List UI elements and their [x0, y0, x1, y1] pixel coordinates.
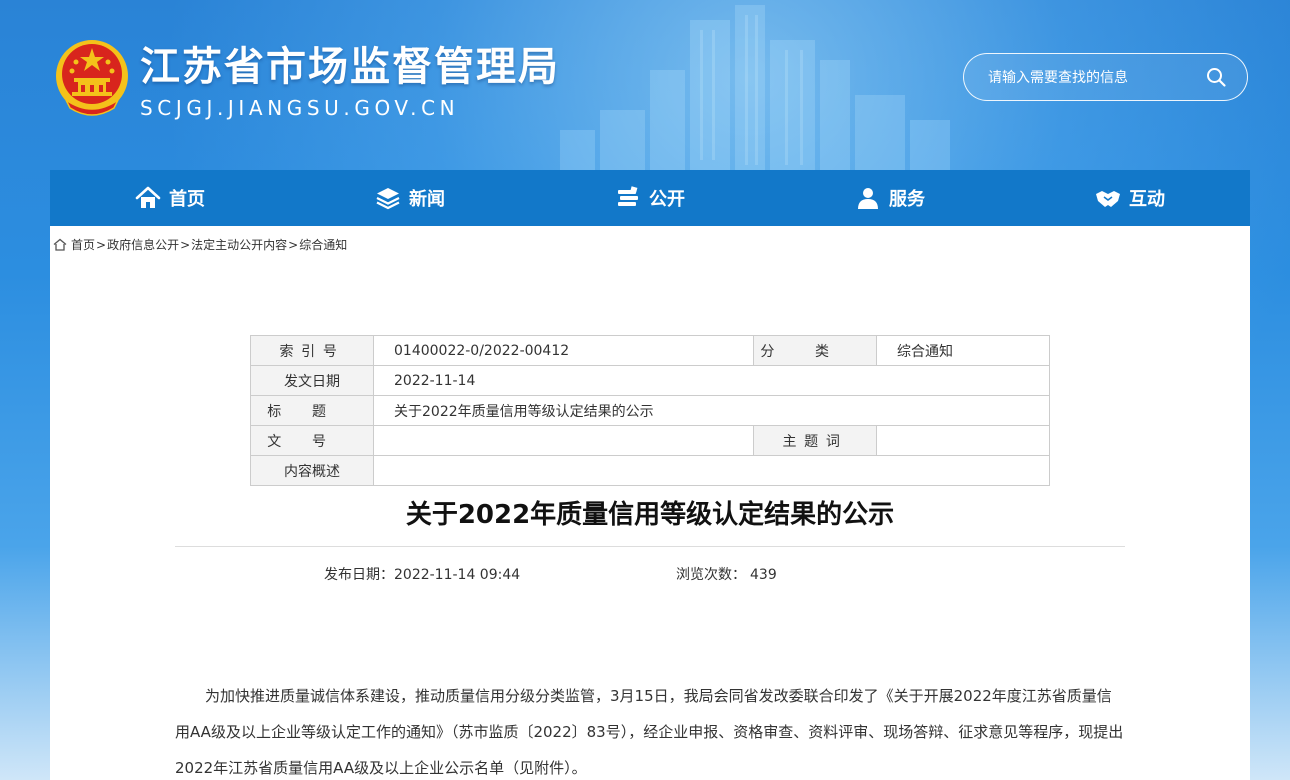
nav-item-interact[interactable]: 互动 — [1010, 170, 1250, 226]
title-divider — [175, 546, 1125, 547]
nav-label: 公开 — [649, 189, 685, 210]
nav-item-public[interactable]: 公开 — [530, 170, 770, 226]
user-icon — [858, 188, 878, 209]
search-icon[interactable] — [1205, 66, 1227, 88]
main-content: 首页 > 政府信息公开 > 法定主动公开内容 > 综合通知 索引号 014000… — [50, 226, 1250, 780]
cityscape-background — [560, 5, 950, 170]
page: 江苏省市场监督管理局 SCJGJ.JIANGSU.GOV.CN 首页 新 — [0, 0, 1290, 780]
nav-label: 互动 — [1129, 189, 1165, 210]
breadcrumb-separator: > — [96, 237, 107, 252]
view-count-label: 浏览次数： — [676, 567, 746, 583]
table-row: 标题 关于2022年质量信用等级认定结果的公示 — [250, 395, 1050, 426]
view-count-value: 439 — [750, 567, 777, 583]
category-label: 分类 — [753, 335, 877, 366]
document-meta-table: 索引号 01400022-0/2022-00412 分类 综合通知 发文日期 2… — [250, 335, 1050, 486]
layers-icon — [376, 188, 400, 210]
nav-label: 服务 — [889, 189, 925, 210]
title-label: 标题 — [250, 395, 374, 426]
publish-date-label: 发布日期： — [324, 567, 394, 583]
breadcrumb: 首页 > 政府信息公开 > 法定主动公开内容 > 综合通知 — [53, 236, 347, 253]
table-row: 内容概述 — [250, 455, 1050, 486]
site-title: 江苏省市场监督管理局 — [140, 44, 560, 90]
breadcrumb-separator: > — [288, 237, 299, 252]
index-value: 01400022-0/2022-00412 — [373, 335, 754, 366]
breadcrumb-link-statutory[interactable]: 法定主动公开内容 — [191, 236, 287, 253]
nav-item-home[interactable]: 首页 — [50, 170, 290, 226]
site-domain: SCJGJ.JIANGSU.GOV.CN — [140, 96, 460, 120]
search-box — [963, 53, 1248, 101]
national-emblem-icon — [56, 40, 128, 116]
index-label: 索引号 — [250, 335, 374, 366]
article-paragraph: 为加快推进质量诚信体系建设，推动质量信用分级分类监管，3月15日，我局会同省发改… — [175, 687, 1124, 777]
publish-date-value: 2022-11-14 09:44 — [394, 567, 521, 583]
table-row: 文号 主题词 — [250, 425, 1050, 456]
site-header: 江苏省市场监督管理局 SCJGJ.JIANGSU.GOV.CN — [0, 0, 1290, 170]
breadcrumb-link-home[interactable]: 首页 — [71, 236, 95, 253]
title-value: 关于2022年质量信用等级认定结果的公示 — [373, 395, 1050, 426]
category-value: 综合通知 — [876, 335, 1050, 366]
doc-number-label: 文号 — [250, 425, 374, 456]
view-count: 浏览次数： 439 — [676, 564, 777, 584]
publish-date: 发布日期：2022-11-14 09:44 — [324, 564, 520, 584]
keyword-label: 主题词 — [753, 425, 877, 456]
date-value: 2022-11-14 — [373, 365, 1050, 396]
breadcrumb-separator: > — [180, 237, 191, 252]
nav-item-news[interactable]: 新闻 — [290, 170, 530, 226]
nav-label: 新闻 — [409, 189, 445, 210]
summary-value — [373, 455, 1050, 486]
table-row: 索引号 01400022-0/2022-00412 分类 综合通知 — [250, 335, 1050, 366]
main-nav: 首页 新闻 公开 服务 互动 — [50, 170, 1250, 226]
home-icon — [135, 186, 161, 208]
date-label: 发文日期 — [250, 365, 374, 396]
doc-number-value — [373, 425, 754, 456]
nav-label: 首页 — [169, 189, 205, 210]
search-input[interactable] — [986, 64, 1200, 92]
home-small-icon — [53, 238, 67, 251]
keyword-value — [876, 425, 1050, 456]
summary-label: 内容概述 — [250, 455, 374, 486]
books-icon — [618, 186, 638, 206]
breadcrumb-link-gov-info[interactable]: 政府信息公开 — [107, 236, 179, 253]
article-title: 关于2022年质量信用等级认定结果的公示 — [405, 500, 895, 530]
breadcrumb-link-notices[interactable]: 综合通知 — [299, 236, 347, 253]
handshake-icon — [1096, 191, 1120, 207]
table-row: 发文日期 2022-11-14 — [250, 365, 1050, 396]
nav-item-service[interactable]: 服务 — [770, 170, 1010, 226]
